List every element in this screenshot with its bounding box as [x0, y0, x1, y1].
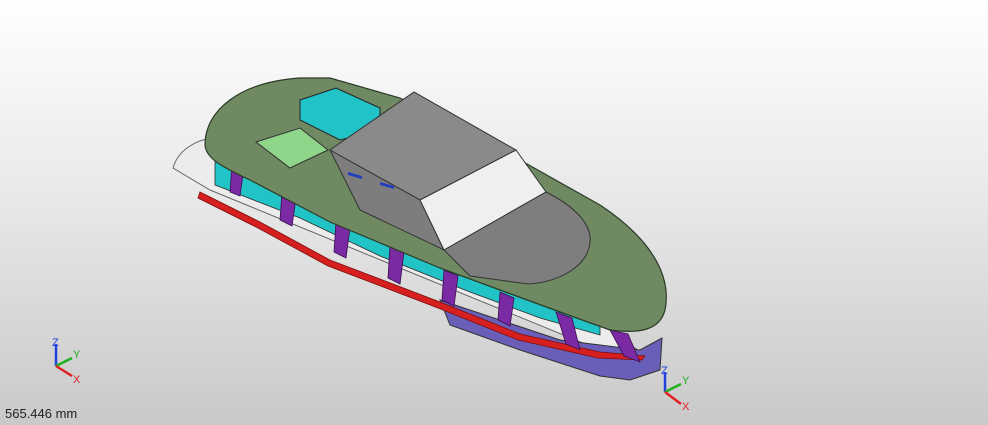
x-axis-label: X: [682, 401, 690, 413]
x-axis-arrow: [664, 391, 682, 405]
boat-model[interactable]: [0, 0, 988, 425]
x-axis-arrow: [55, 364, 73, 378]
y-axis-arrow: [664, 382, 682, 394]
x-axis-label: X: [73, 374, 81, 386]
scale-readout: 565.446 mm: [5, 406, 78, 421]
origin-triad: Z Y X: [661, 365, 690, 413]
3d-viewport[interactable]: Z Y X Z Y X 565.446 mm: [0, 0, 988, 425]
z-axis-label: Z: [52, 337, 59, 349]
y-axis-label: Y: [682, 375, 690, 387]
y-axis-arrow: [55, 356, 73, 368]
axis-triad: Z Y X: [52, 337, 81, 386]
z-axis-label: Z: [661, 365, 668, 377]
y-axis-label: Y: [73, 349, 81, 361]
